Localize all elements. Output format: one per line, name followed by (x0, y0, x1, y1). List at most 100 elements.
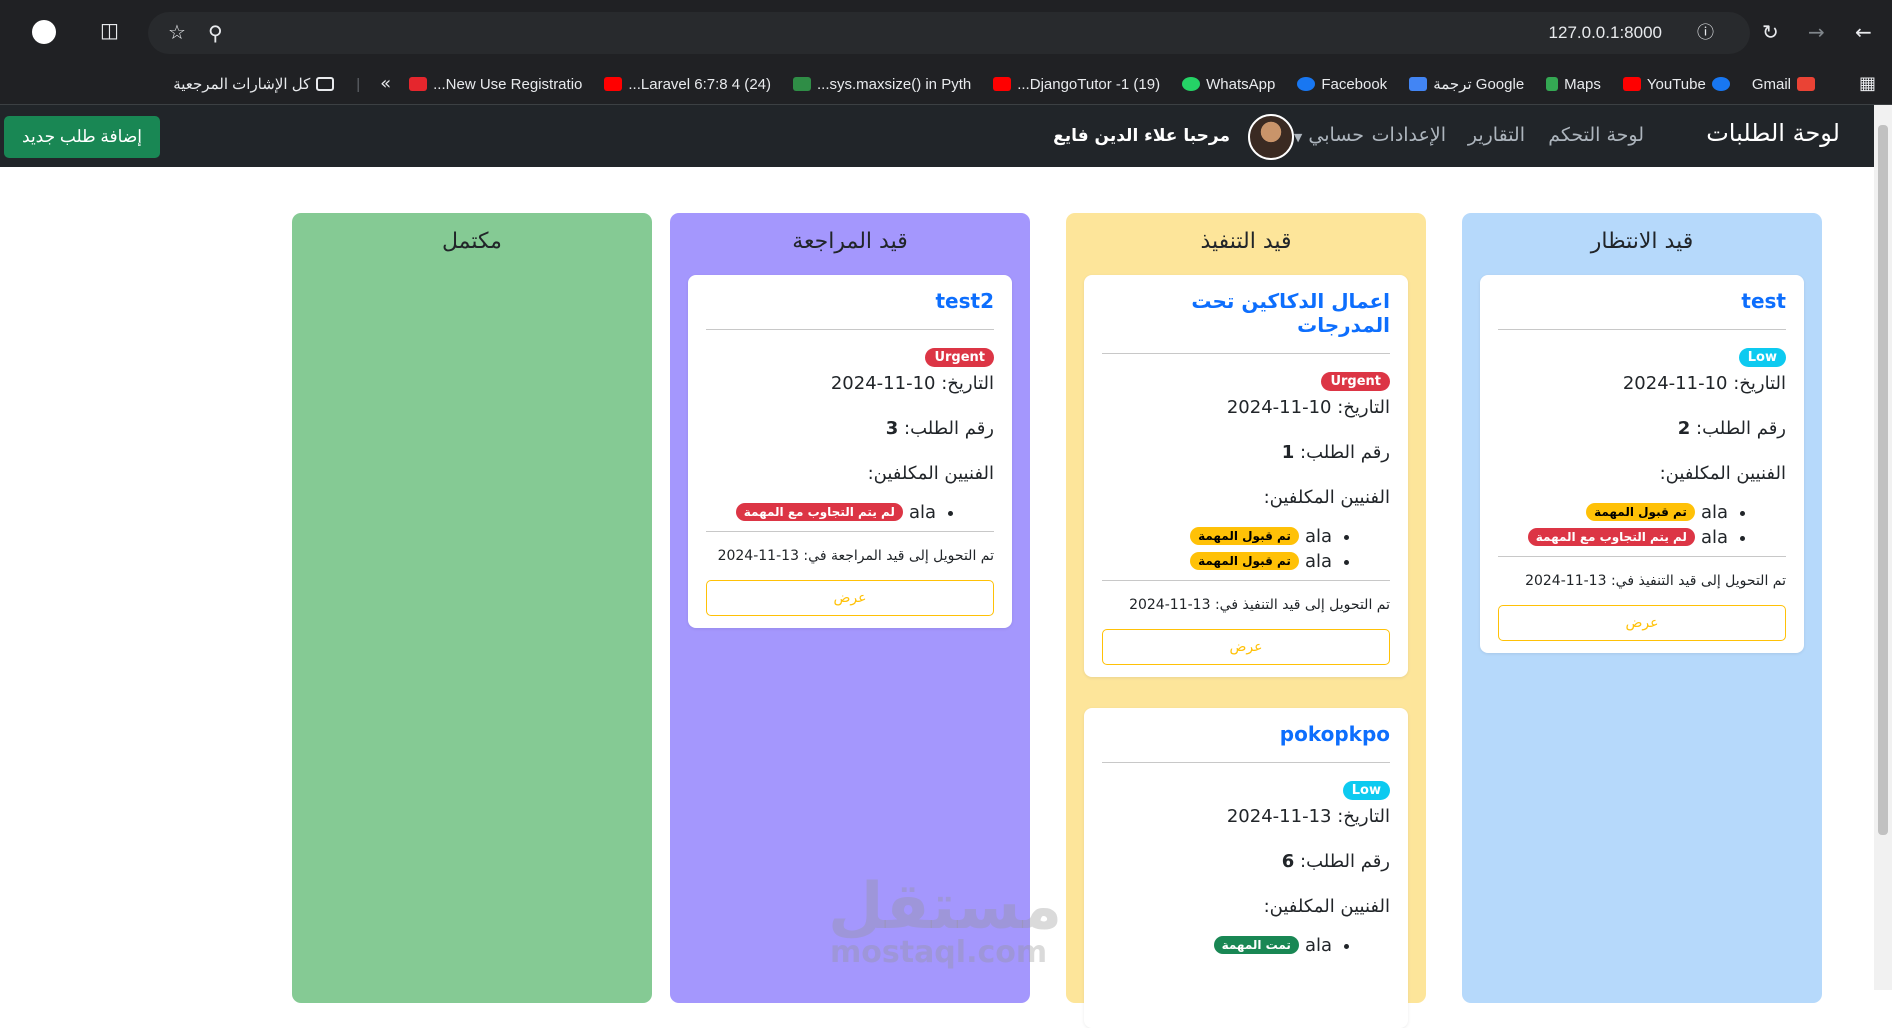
maps-icon (1546, 77, 1559, 91)
youtube-icon (604, 77, 623, 91)
technicians-list: alaتمت المهمة (1102, 935, 1332, 956)
add-new-request-button[interactable]: إضافة طلب جديد (4, 116, 160, 158)
status-badge: تم قبول المهمة (1190, 527, 1299, 545)
column-title: قيد المراجعة (792, 229, 908, 254)
request-card: test2 Urgent التاريخ: 10-11-2024 رقم الط… (688, 275, 1012, 628)
divider (706, 531, 994, 532)
request-card: اعمال الدكاكين تحت المدرجات Urgent التار… (1084, 275, 1408, 677)
app-navbar: لوحة الطلبات لوحة التحكم التقارير الإعدا… (0, 105, 1874, 167)
date-line: التاريخ: 10-11-2024 (1622, 373, 1786, 394)
column-completed: مكتمل (292, 213, 652, 1003)
bookmark-laravel[interactable]: (24) 4 Laravel 6:7:8... (604, 76, 771, 93)
facebook-icon (1711, 77, 1730, 91)
bookmark-django-tutorial[interactable]: (19) 1- DjangoTutor... (993, 76, 1160, 93)
card-title[interactable]: pokopkpo (1102, 722, 1390, 746)
bookmark-facebook[interactable]: Facebook (1297, 76, 1387, 93)
url-text[interactable]: 127.0.0.1:8000 (1549, 23, 1662, 43)
caret-down-icon: ▼ (1293, 131, 1303, 144)
more-bookmarks-icon[interactable]: » (380, 74, 391, 94)
folder-icon (316, 77, 335, 91)
divider (1498, 556, 1786, 557)
card-title[interactable]: test2 (706, 289, 994, 313)
nav-link-account[interactable]: حسابي ▼ (1294, 124, 1364, 146)
technician-item: alaتم قبول المهمة (1498, 502, 1728, 523)
nav-link-reports[interactable]: التقارير (1468, 124, 1525, 146)
nav-link-settings[interactable]: الإعدادات (1372, 124, 1446, 146)
extensions-icon[interactable]: ◫ (100, 20, 119, 40)
technician-item: alaلم يتم التجاوب مع المهمة (1498, 527, 1728, 548)
status-badge: تم قبول المهمة (1190, 552, 1299, 570)
profile-icon[interactable] (32, 20, 56, 44)
status-badge: لم يتم التجاوب مع المهمة (735, 503, 903, 521)
forward-arrow-icon[interactable]: → (1808, 22, 1825, 42)
column-title: قيد التنفيذ (1200, 229, 1292, 254)
transfer-note: تم التحويل إلى قيد التنفيذ في: 13-11-202… (1129, 597, 1390, 613)
address-bar[interactable]: 127.0.0.1:8000 ⓘ ⚲ ☆ (148, 12, 1750, 54)
scrollbar-thumb[interactable] (1878, 125, 1888, 835)
page-scrollbar[interactable] (1874, 105, 1892, 990)
technicians-label: الفنيين المكلفين: (867, 463, 994, 484)
bookmark-gmail[interactable]: Gmail (1752, 76, 1815, 93)
watermark-logo: مستقل (828, 870, 1063, 944)
page-icon (409, 77, 428, 91)
column-pending: قيد الانتظار test Low التاريخ: 10-11-202… (1462, 213, 1822, 1003)
request-card: test Low التاريخ: 10-11-2024 رقم الطلب: … (1480, 275, 1804, 653)
browser-toolbar: ← → ↻ 127.0.0.1:8000 ⓘ ⚲ ☆ ◫ (0, 0, 1892, 64)
back-arrow-icon[interactable]: ← (1855, 22, 1872, 42)
request-card: pokopkpo Low التاريخ: 13-11-2024 رقم الط… (1084, 708, 1408, 1028)
status-badge: لم يتم التجاوب مع المهمة (1527, 528, 1695, 546)
priority-badge: Urgent (1321, 372, 1390, 391)
facebook-icon (1297, 77, 1316, 91)
brand-title[interactable]: لوحة الطلبات (1706, 119, 1840, 147)
apps-grid-icon[interactable]: ▦ (1859, 74, 1876, 94)
request-number-line: رقم الطلب: 1 (1281, 442, 1390, 463)
transfer-note: تم التحويل إلى قيد التنفيذ في: 13-11-202… (1525, 573, 1786, 589)
card-title[interactable]: test (1498, 289, 1786, 313)
bookmark-google-translate[interactable]: Google ترجمة (1409, 75, 1524, 93)
view-button[interactable]: عرض (706, 580, 994, 616)
bookmark-sys-maxsize[interactable]: sys.maxsize() in Pyth... (793, 76, 971, 93)
bookmark-youtube[interactable]: YouTube (1622, 76, 1730, 93)
watermark-domain: mostaql.com (830, 935, 1048, 970)
gmail-icon (1796, 77, 1815, 91)
technician-item: alaتم قبول المهمة (1102, 551, 1332, 572)
bookmark-whatsapp[interactable]: WhatsApp (1182, 76, 1275, 93)
bookmark-all[interactable]: كل الإشارات المرجعية (173, 75, 335, 93)
reload-icon[interactable]: ↻ (1762, 22, 1779, 42)
technician-item: alaلم يتم التجاوب مع المهمة (706, 502, 936, 523)
whatsapp-icon (1182, 77, 1201, 91)
bookmark-maps[interactable]: Maps (1546, 76, 1601, 93)
welcome-text: مرحبا علاء الدين فايع (1053, 126, 1230, 146)
bookmark-divider: | (356, 75, 361, 93)
priority-badge: Urgent (925, 348, 994, 367)
bookmark-registration[interactable]: New Use Registratio... (409, 76, 582, 93)
card-title[interactable]: اعمال الدكاكين تحت المدرجات (1102, 289, 1390, 337)
column-title: مكتمل (442, 229, 502, 254)
column-title: قيد الانتظار (1590, 229, 1694, 254)
priority-badge: Low (1738, 348, 1786, 367)
zoom-icon[interactable]: ⚲ (208, 23, 223, 43)
request-number-line: رقم الطلب: 6 (1281, 851, 1390, 872)
technicians-list: alaتم قبول المهمة alaتم قبول المهمة (1102, 526, 1332, 572)
request-number-line: رقم الطلب: 2 (1677, 418, 1786, 439)
technicians-label: الفنيين المكلفين: (1263, 896, 1390, 917)
avatar (1248, 114, 1294, 160)
site-info-icon[interactable]: ⓘ (1697, 23, 1714, 43)
priority-badge: Low (1342, 781, 1390, 800)
bookmarks-bar: ▦ Gmail YouTube Maps Google ترجمة Facebo… (0, 64, 1892, 105)
request-number-line: رقم الطلب: 3 (885, 418, 994, 439)
divider (1498, 329, 1786, 330)
translate-icon (1409, 77, 1428, 91)
view-button[interactable]: عرض (1102, 629, 1390, 665)
view-button[interactable]: عرض (1498, 605, 1786, 641)
technicians-label: الفنيين المكلفين: (1263, 487, 1390, 508)
date-line: التاريخ: 10-11-2024 (830, 373, 994, 394)
status-badge: تم قبول المهمة (1586, 503, 1695, 521)
nav-link-dashboard[interactable]: لوحة التحكم (1548, 124, 1644, 146)
technician-item: alaتمت المهمة (1102, 935, 1332, 956)
date-line: التاريخ: 10-11-2024 (1226, 397, 1390, 418)
status-badge: تمت المهمة (1213, 936, 1299, 954)
geeksforgeeks-icon (793, 77, 811, 91)
bookmark-star-icon[interactable]: ☆ (168, 22, 186, 42)
transfer-note: تم التحويل إلى قيد المراجعة في: 13-11-20… (717, 548, 994, 564)
